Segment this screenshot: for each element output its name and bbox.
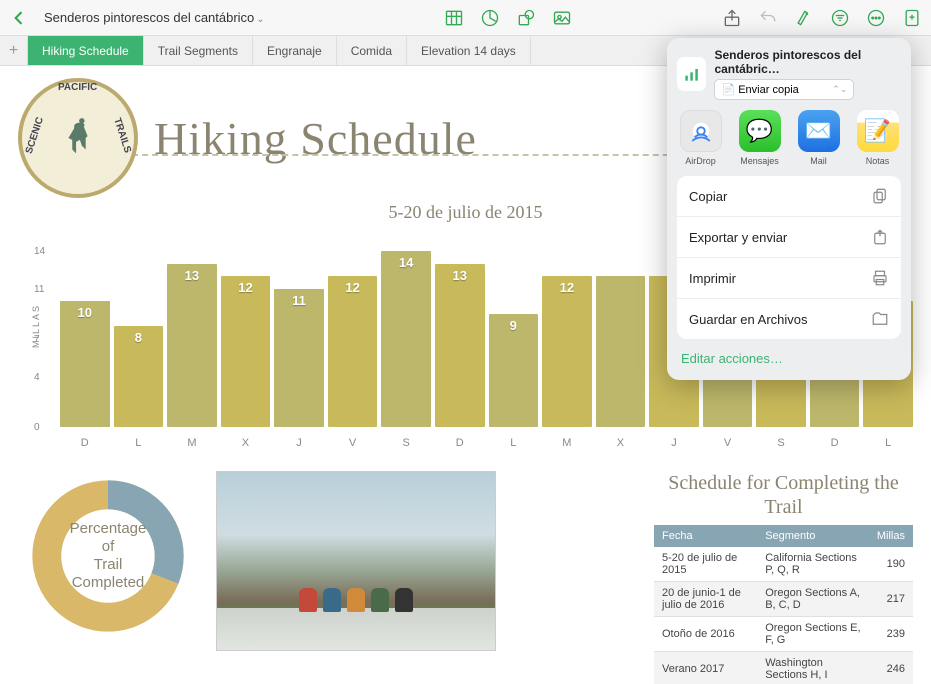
x-tick: J: [649, 437, 699, 449]
logo-text: SCENIC: [24, 116, 46, 155]
tab-comida[interactable]: Comida: [337, 36, 407, 65]
y-tick: 4: [34, 372, 40, 383]
bar[interactable]: 13: [435, 264, 485, 427]
x-tick: L: [114, 437, 164, 449]
x-tick: L: [863, 437, 913, 449]
logo-text: PACIFIC: [58, 82, 97, 93]
app-mail[interactable]: ✉️Mail: [793, 110, 844, 166]
filter-icon[interactable]: [829, 7, 851, 29]
table-row[interactable]: 5-20 de julio de 2015California Sections…: [654, 547, 913, 582]
shapes-icon[interactable]: [515, 7, 537, 29]
tab-elevation[interactable]: Elevation 14 days: [407, 36, 531, 65]
add-sheet-button[interactable]: +: [0, 36, 28, 65]
action-copy[interactable]: Copiar: [677, 176, 901, 217]
app-messages[interactable]: 💬Mensajes: [734, 110, 785, 166]
table-row[interactable]: Otoño de 2016Oregon Sections E, F, G239: [654, 617, 913, 652]
x-tick: S: [756, 437, 806, 449]
x-tick: X: [596, 437, 646, 449]
logo: PACIFIC SCENIC TRAILS: [18, 78, 138, 198]
th-segmento[interactable]: Segmento: [757, 525, 869, 547]
back-button[interactable]: [8, 7, 30, 29]
action-export[interactable]: Exportar y enviar: [677, 217, 901, 258]
donut-label: PercentageofTrailCompleted: [70, 520, 147, 592]
media-icon[interactable]: [551, 7, 573, 29]
bar[interactable]: [596, 276, 646, 427]
x-tick: M: [542, 437, 592, 449]
schedule-table[interactable]: Fecha Segmento Millas 5-20 de julio de 2…: [654, 525, 913, 684]
bar[interactable]: 12: [328, 276, 378, 427]
x-tick: M: [167, 437, 217, 449]
x-tick: J: [274, 437, 324, 449]
tab-trail-segments[interactable]: Trail Segments: [144, 36, 253, 65]
bar[interactable]: 9: [489, 314, 539, 427]
th-millas[interactable]: Millas: [869, 525, 913, 547]
share-sheet: Senderos pintorescos del cantábric… 📄 En…: [667, 38, 911, 380]
y-tick: 14: [34, 246, 45, 257]
share-title: Senderos pintorescos del cantábric…: [714, 48, 901, 76]
logo-text: TRAILS: [111, 117, 133, 155]
new-icon[interactable]: [901, 7, 923, 29]
x-tick: D: [810, 437, 860, 449]
app-airdrop[interactable]: AirDrop: [675, 110, 726, 166]
tab-engranaje[interactable]: Engranaje: [253, 36, 337, 65]
bar[interactable]: 12: [221, 276, 271, 427]
action-save-files[interactable]: Guardar en Archivos: [677, 299, 901, 339]
chevron-down-icon: ⌄: [256, 14, 264, 25]
bar[interactable]: 13: [167, 264, 217, 427]
x-tick: S: [381, 437, 431, 449]
document-title[interactable]: Senderos pintorescos del cantábrico⌄: [44, 9, 265, 27]
undo-icon[interactable]: [757, 7, 779, 29]
doc-icon: [677, 57, 706, 91]
x-tick: D: [60, 437, 110, 449]
x-tick: L: [489, 437, 539, 449]
edit-actions-link[interactable]: Editar acciones…: [677, 347, 901, 370]
bar[interactable]: 14: [381, 251, 431, 427]
y-tick: 0: [34, 422, 40, 433]
x-tick: X: [221, 437, 271, 449]
app-notes[interactable]: 📝Notas: [852, 110, 903, 166]
bar[interactable]: 11: [274, 289, 324, 427]
tab-hiking-schedule[interactable]: Hiking Schedule: [28, 36, 144, 65]
x-tick: D: [435, 437, 485, 449]
table-icon[interactable]: [443, 7, 465, 29]
chart-icon[interactable]: [479, 7, 501, 29]
table-row[interactable]: Verano 2017Washington Sections H, I246: [654, 652, 913, 684]
page-title: Hiking Schedule: [154, 112, 477, 165]
share-apps: AirDrop 💬Mensajes ✉️Mail 📝Notas: [675, 110, 903, 166]
x-tick: V: [328, 437, 378, 449]
bar[interactable]: 12: [542, 276, 592, 427]
format-icon[interactable]: [793, 7, 815, 29]
share-icon[interactable]: [721, 7, 743, 29]
action-print[interactable]: Imprimir: [677, 258, 901, 299]
share-mode-select[interactable]: 📄 Enviar copia⌃⌄: [714, 79, 854, 100]
schedule-table-wrap: Schedule for Completing the Trail Fecha …: [654, 471, 913, 684]
th-fecha[interactable]: Fecha: [654, 525, 757, 547]
bar[interactable]: 10: [60, 301, 110, 427]
table-title: Schedule for Completing the Trail: [654, 471, 913, 519]
bar[interactable]: 8: [114, 326, 164, 427]
y-tick: 11: [34, 284, 44, 295]
photo[interactable]: [216, 471, 496, 651]
donut-chart[interactable]: PercentageofTrailCompleted: [18, 471, 198, 641]
table-row[interactable]: 20 de junio-1 de julio de 2016Oregon Sec…: [654, 582, 913, 617]
more-icon[interactable]: [865, 7, 887, 29]
x-tick: V: [703, 437, 753, 449]
toolbar: Senderos pintorescos del cantábrico⌄: [0, 0, 931, 36]
y-tick: 7: [34, 334, 40, 345]
